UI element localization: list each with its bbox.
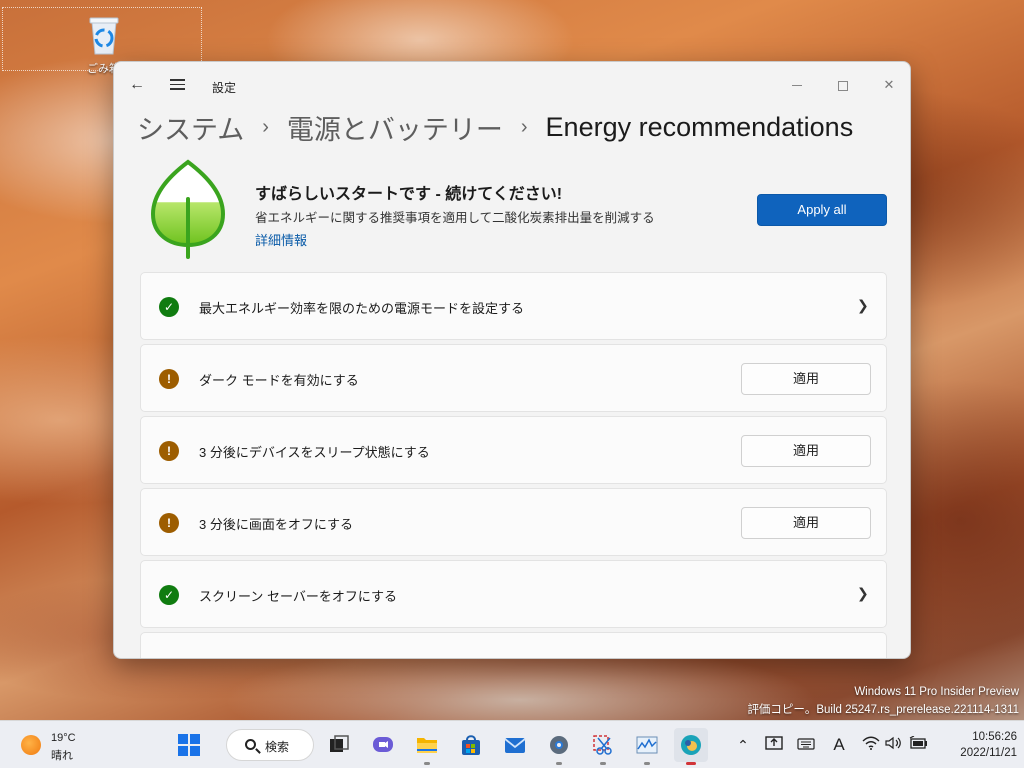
task-view-button[interactable] <box>322 728 356 762</box>
running-indicator <box>424 762 430 765</box>
clock-date: 2022/11/21 <box>960 747 1017 759</box>
mail-button[interactable] <box>498 728 532 762</box>
tray-keyboard[interactable] <box>794 733 818 757</box>
search-icon <box>245 739 256 750</box>
page-title: Energy recommendations <box>545 112 854 142</box>
search-label: 検索 <box>265 740 290 754</box>
wifi-icon <box>862 736 880 750</box>
volume-icon <box>885 736 901 750</box>
file-explorer-button[interactable] <box>410 728 444 765</box>
tray-wifi[interactable] <box>859 733 883 757</box>
back-arrow-icon[interactable]: ← <box>128 76 146 94</box>
taskbar: 19°C 晴れ 検索 ⌃ A 10:56:26 2022/11/21 <box>0 720 1024 768</box>
task-view-icon <box>330 735 349 752</box>
performance-monitor-icon <box>636 736 658 754</box>
breadcrumb: システム › 電源とバッテリー › Energy recommendations <box>137 108 853 148</box>
breadcrumb-power-battery[interactable]: 電源とバッテリー <box>287 108 503 147</box>
hero-subtitle: 省エネルギーに関する推奨事項を適用して二酸化炭素排出量を削減する <box>255 211 655 225</box>
apply-button[interactable]: 適用 <box>741 507 871 539</box>
minimize-icon <box>792 85 802 87</box>
settings-icon <box>550 736 568 754</box>
hamburger-menu-icon[interactable] <box>169 76 187 94</box>
chat-button[interactable] <box>366 728 400 762</box>
recommendation-screen-off: ! 3 分後に画面をオフにする 適用 <box>140 488 887 556</box>
tray-volume[interactable] <box>882 733 906 757</box>
weather-condition: 晴れ <box>51 750 73 762</box>
warning-icon: ! <box>159 513 179 533</box>
chevron-right-icon: ❯ <box>857 297 869 313</box>
store-button[interactable] <box>454 728 488 762</box>
title-bar: ← 設定 ✕ <box>114 62 910 108</box>
start-button[interactable] <box>172 728 206 762</box>
edge-button[interactable] <box>674 728 708 765</box>
clock-time: 10:56:26 <box>972 731 1017 743</box>
minimize-button[interactable] <box>774 70 820 100</box>
tray-upload[interactable] <box>762 733 786 757</box>
chat-icon <box>373 737 393 752</box>
close-button[interactable]: ✕ <box>866 70 910 100</box>
breadcrumb-system[interactable]: システム <box>137 108 244 147</box>
learn-more-link[interactable]: 詳細情報 <box>255 230 307 249</box>
taskbar-search[interactable]: 検索 <box>226 729 314 761</box>
start-icon <box>178 734 200 756</box>
hero-title: すばらしいスタートです - 続けてください! <box>255 186 563 203</box>
build-watermark-line2: 評価コピー。Build 25247.rs_prerelease.221114-1… <box>747 704 1019 716</box>
sun-icon <box>21 735 41 755</box>
maximize-button[interactable] <box>820 70 866 100</box>
chevron-right-icon: ❯ <box>857 585 869 601</box>
running-indicator <box>600 762 606 765</box>
recommendation-dark-mode: ! ダーク モードを有効にする 適用 <box>140 344 887 412</box>
window-title: 設定 <box>212 81 237 95</box>
recommendation-partial[interactable] <box>140 632 887 658</box>
battery-icon <box>909 735 927 749</box>
close-icon: ✕ <box>883 77 895 92</box>
snipping-tool-button[interactable] <box>586 728 620 765</box>
recommendation-label: 3 分後にデバイスをスリープ状態にする <box>199 445 430 460</box>
tray-battery[interactable] <box>906 733 930 757</box>
weather-widget[interactable]: 19°C 晴れ <box>18 731 128 762</box>
chevron-right-icon: › <box>520 116 528 138</box>
apply-button[interactable]: 適用 <box>741 435 871 467</box>
maximize-icon <box>838 80 848 91</box>
warning-icon: ! <box>159 441 179 461</box>
recommendation-label: 最大エネルギー効率を限のための電源モードを設定する <box>199 301 525 316</box>
checkmark-icon: ✓ <box>159 297 179 317</box>
leaf-icon <box>150 159 226 259</box>
upload-icon <box>765 736 783 750</box>
recommendation-label: スクリーン セーバーをオフにする <box>199 589 397 604</box>
mail-icon <box>504 738 526 753</box>
clock[interactable]: 10:56:26 2022/11/21 <box>935 729 1017 761</box>
warning-icon: ! <box>159 369 179 389</box>
chevron-up-icon: ⌃ <box>737 737 749 753</box>
performance-monitor-button[interactable] <box>630 728 664 765</box>
running-indicator <box>644 762 650 765</box>
recommendation-power-mode[interactable]: ✓ 最大エネルギー効率を限のための電源モードを設定する ❯ <box>140 272 887 340</box>
recommendation-sleep: ! 3 分後にデバイスをスリープ状態にする 適用 <box>140 416 887 484</box>
keyboard-icon <box>797 738 815 750</box>
apply-button[interactable]: 適用 <box>741 363 871 395</box>
edge-icon <box>681 735 701 755</box>
settings-window: ← 設定 ✕ システム › 電源とバッテリー › Energy recommendati… <box>113 61 911 659</box>
show-hidden-icons-button[interactable]: ⌃ <box>731 733 755 757</box>
recommendation-label: ダーク モードを有効にする <box>199 373 359 388</box>
file-explorer-icon <box>417 738 437 753</box>
recycle-bin-icon <box>89 17 119 55</box>
snipping-tool-icon <box>593 735 612 755</box>
ime-icon: A <box>833 735 845 754</box>
ime-indicator[interactable]: A <box>827 733 851 757</box>
chevron-right-icon: › <box>262 116 269 138</box>
store-icon <box>462 735 480 755</box>
build-watermark-line1: Windows 11 Pro Insider Preview <box>854 686 1019 698</box>
checkmark-icon: ✓ <box>159 585 179 605</box>
recommendation-label: 3 分後に画面をオフにする <box>199 517 353 532</box>
running-indicator <box>686 762 696 765</box>
recommendation-screen-saver[interactable]: ✓ スクリーン セーバーをオフにする ❯ <box>140 560 887 628</box>
running-indicator <box>556 762 562 765</box>
weather-temp: 19°C <box>51 732 76 744</box>
settings-button[interactable] <box>542 728 576 765</box>
apply-all-button[interactable]: Apply all <box>757 194 887 226</box>
